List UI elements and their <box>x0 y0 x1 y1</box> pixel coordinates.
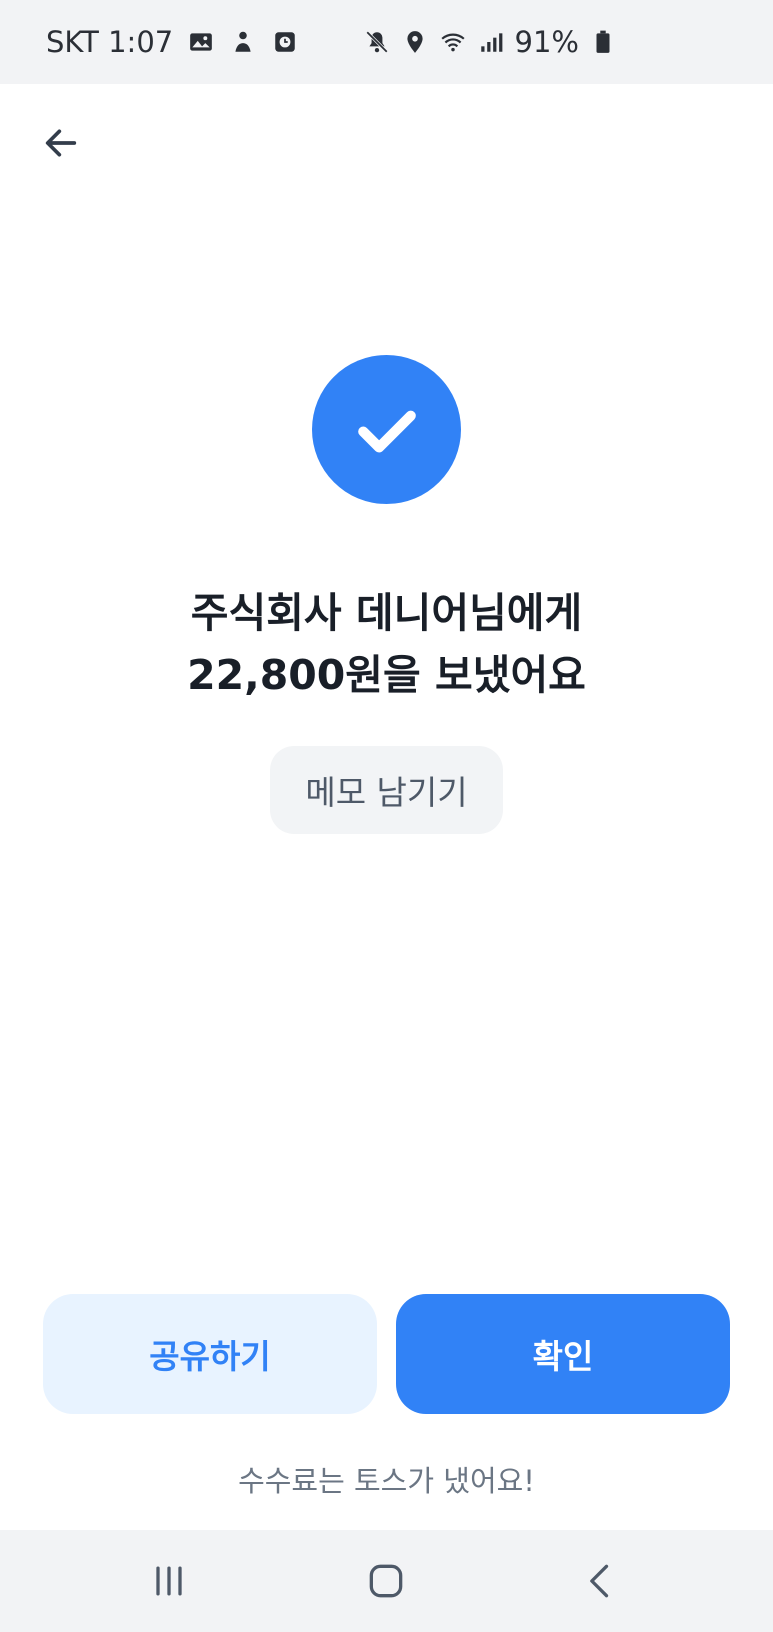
arrow-left-icon <box>45 129 77 157</box>
nav-back-button[interactable] <box>576 1556 626 1606</box>
clock-app-icon <box>271 28 299 56</box>
system-nav-bar <box>0 1530 773 1632</box>
success-check-badge <box>312 355 461 504</box>
home-button[interactable] <box>361 1556 411 1606</box>
check-icon <box>357 410 416 452</box>
wifi-icon <box>439 28 467 56</box>
confirm-button[interactable]: 확인 <box>396 1294 730 1414</box>
back-icon <box>590 1564 609 1598</box>
person-icon <box>229 28 257 56</box>
status-right: 91% <box>363 25 617 59</box>
gallery-icon <box>187 28 215 56</box>
recipient-line: 주식회사 데니어님에게 <box>190 589 583 637</box>
recent-apps-button[interactable] <box>144 1556 194 1606</box>
carrier-time: SKT 1:07 <box>46 25 174 59</box>
signal-icon <box>477 28 505 56</box>
back-button[interactable] <box>36 118 86 168</box>
battery-percent: 91% <box>514 25 579 59</box>
recent-apps-icon <box>156 1566 182 1596</box>
transfer-result-message: 주식회사 데니어님에게 22,800원을 보냈어요 <box>0 582 773 706</box>
leave-memo-button[interactable]: 메모 남기기 <box>270 746 503 834</box>
status-bar: SKT 1:07 91% <box>0 0 773 84</box>
location-icon <box>401 28 429 56</box>
amount-line: 22,800원을 보냈어요 <box>187 651 586 699</box>
mute-icon <box>363 28 391 56</box>
home-icon <box>369 1564 403 1598</box>
battery-icon <box>589 28 617 56</box>
share-button[interactable]: 공유하기 <box>43 1294 377 1414</box>
status-left: SKT 1:07 <box>46 25 299 59</box>
fee-note: 수수료는 토스가 냈어요! <box>238 1464 535 1498</box>
